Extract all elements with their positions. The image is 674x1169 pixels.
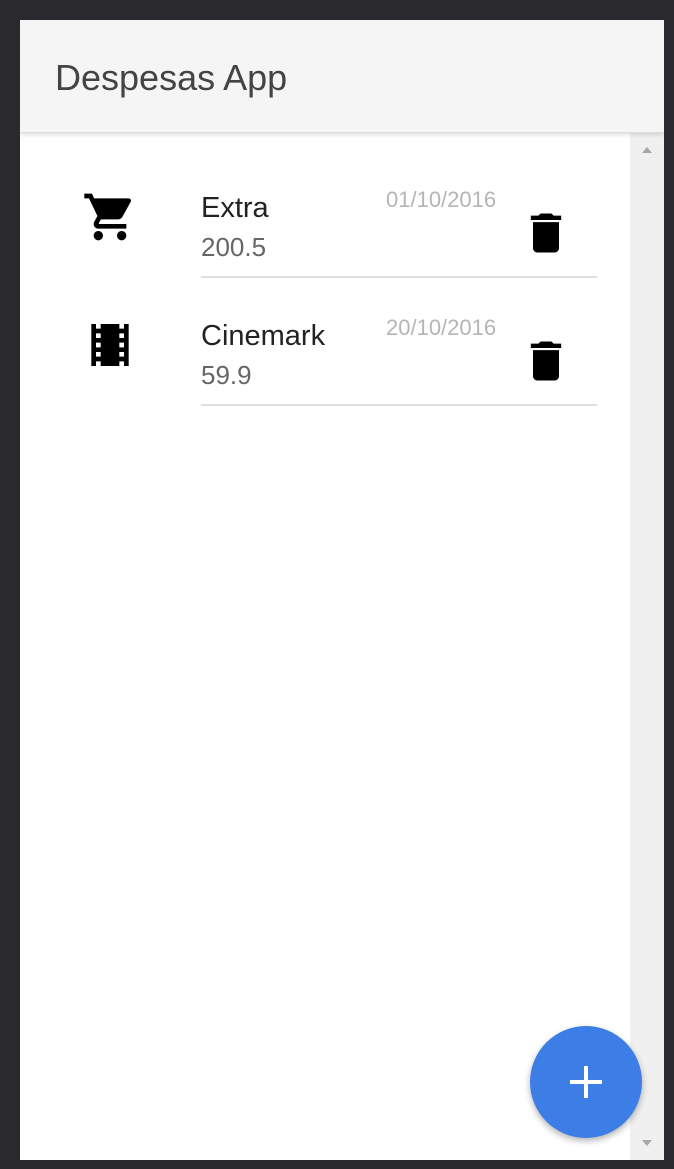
scroll-down-arrow-icon[interactable] bbox=[642, 1140, 652, 1146]
trash-icon bbox=[530, 213, 562, 253]
expense-date: 20/10/2016 bbox=[386, 315, 497, 340]
app-title: Despesas App bbox=[55, 57, 288, 98]
trash-icon bbox=[530, 341, 562, 381]
list-item-cinemark[interactable]: Cinemark 59.9 20/10/2016 bbox=[20, 291, 630, 419]
expense-name: Cinemark bbox=[201, 320, 326, 352]
expense-name: Extra bbox=[201, 192, 269, 224]
expense-list-container: Extra 200.5 01/10/2016 Cinemark 59.9 20/… bbox=[20, 133, 630, 1160]
expense-list: Extra 200.5 01/10/2016 Cinemark 59.9 20/… bbox=[20, 163, 630, 419]
shopping-cart-icon bbox=[82, 189, 138, 245]
film-icon bbox=[82, 317, 138, 373]
delete-button[interactable] bbox=[520, 333, 572, 389]
expense-date: 01/10/2016 bbox=[386, 187, 497, 212]
scroll-up-arrow-icon[interactable] bbox=[642, 147, 652, 153]
add-expense-button[interactable] bbox=[530, 1026, 642, 1138]
divider bbox=[201, 404, 597, 406]
expense-amount: 59.9 bbox=[201, 360, 252, 390]
expense-amount: 200.5 bbox=[201, 232, 267, 262]
app-bar: Despesas App bbox=[20, 20, 664, 133]
scrollbar[interactable] bbox=[630, 133, 664, 1160]
list-item-extra[interactable]: Extra 200.5 01/10/2016 bbox=[20, 163, 630, 291]
divider bbox=[201, 276, 597, 278]
delete-button[interactable] bbox=[520, 205, 572, 261]
plus-icon bbox=[566, 1062, 606, 1102]
app-window: Despesas App Extra 200.5 01/10/2016 Cine… bbox=[20, 20, 664, 1160]
